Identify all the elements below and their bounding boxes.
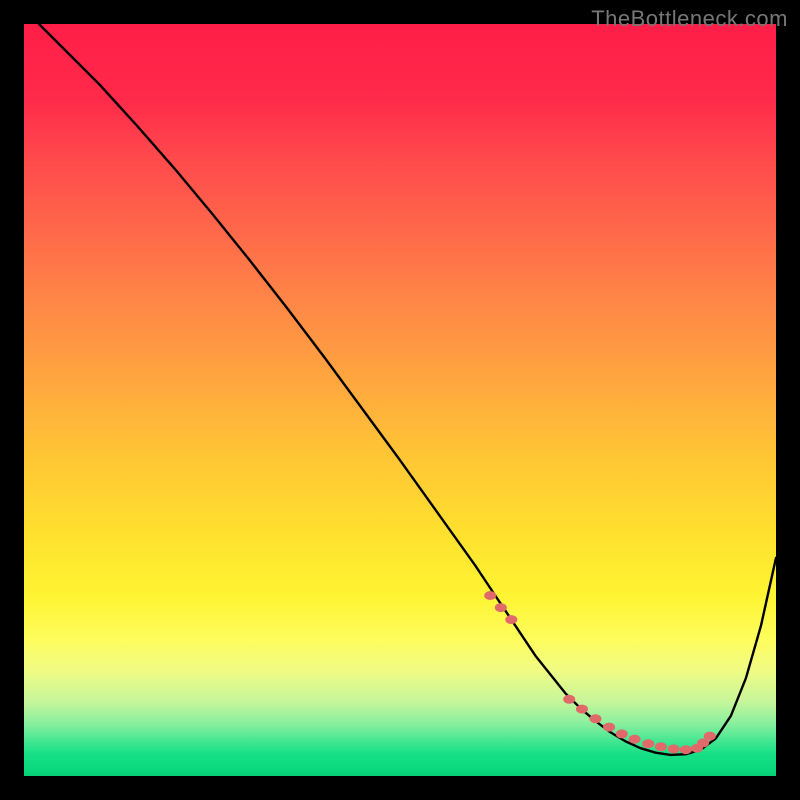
marker-dots [484, 591, 716, 754]
marker-dot [616, 729, 628, 738]
marker-dot [668, 744, 680, 753]
marker-dot [505, 615, 517, 624]
marker-dot [680, 745, 692, 754]
marker-dot [484, 591, 496, 600]
marker-dot [704, 732, 716, 741]
marker-dot [629, 735, 641, 744]
marker-dot [590, 714, 602, 723]
marker-dot [563, 695, 575, 704]
watermark-text: TheBottleneck.com [591, 6, 788, 32]
chart-frame: TheBottleneck.com [0, 0, 800, 800]
plot-area [24, 24, 776, 776]
marker-dot [642, 739, 654, 748]
marker-dot [655, 742, 667, 751]
curve-layer [24, 24, 776, 776]
marker-dot [495, 603, 507, 612]
marker-dot [576, 705, 588, 714]
bottleneck-curve [39, 24, 776, 755]
marker-dot [603, 723, 615, 732]
